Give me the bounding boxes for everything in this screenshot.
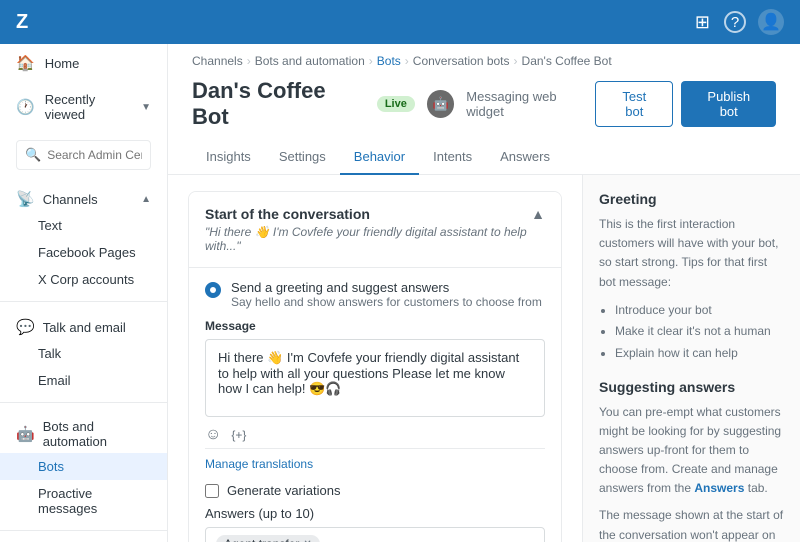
sidebar-item-recently-viewed[interactable]: 🕐 Recently viewed ▼ [0,82,167,132]
conversation-section: Start of the conversation "Hi there 👋 I'… [188,191,562,542]
page-title: Dan's Coffee Bot [192,78,365,130]
clock-icon: 🕐 [16,98,35,116]
tab-insights[interactable]: Insights [192,140,265,175]
translation-link[interactable]: Manage translations [205,449,545,471]
variable-icon[interactable]: {+} [231,428,246,442]
greeting-tips: Introduce your bot Make it clear it's no… [599,300,784,365]
generate-variations-checkbox[interactable] [205,484,219,498]
greeting-heading: Greeting [599,191,784,207]
user-icon[interactable]: 👤 [758,9,784,35]
tip-2: Make it clear it's not a human [615,321,784,343]
grid-icon[interactable]: ⊞ [695,12,710,33]
section-subtitle: "Hi there 👋 I'm Covfefe your friendly di… [205,225,531,253]
answers-link-strong: Answers [694,481,744,495]
section-content: Send a greeting and suggest answers Say … [189,267,561,542]
note-text: The message shown at the start of the co… [599,506,784,542]
generate-variations-row: Generate variations [205,483,545,498]
bots-icon: 🤖 [16,425,35,443]
main-panel: Start of the conversation "Hi there 👋 I'… [168,175,582,542]
live-badge: Live [377,96,415,112]
tip-3: Explain how it can help [615,343,784,365]
breadcrumb-sep-2: › [369,54,373,68]
tabs-bar: Insights Settings Behavior Intents Answe… [168,140,800,175]
breadcrumb-channels[interactable]: Channels [192,54,243,68]
tab-answers[interactable]: Answers [486,140,564,175]
channels-icon: 📡 [16,190,35,208]
breadcrumb-sep-4: › [514,54,518,68]
talk-icon: 💬 [16,318,35,336]
publish-bot-button[interactable]: Publish bot [681,81,776,127]
chevron-down-icon: ▼ [141,102,151,113]
generate-variations-label: Generate variations [227,483,340,498]
sidebar-subitem-text[interactable]: Text [0,212,167,239]
suggesting-heading: Suggesting answers [599,379,784,395]
breadcrumb-sep-3: › [405,54,409,68]
sidebar: 🏠 Home 🕐 Recently viewed ▼ 🔍 📡 Channels … [0,44,168,542]
sidebar-item-home[interactable]: 🏠 Home [0,44,167,82]
section-title: Start of the conversation [205,206,531,222]
answers-select[interactable]: Agent transfer ✕ [205,527,545,542]
zendesk-logo: Z [16,11,27,34]
channel-label: Messaging web widget [466,89,595,119]
agent-transfer-tag: Agent transfer ✕ [216,535,320,542]
radio-option-greeting[interactable]: Send a greeting and suggest answers Say … [205,280,545,309]
tab-behavior[interactable]: Behavior [340,140,419,175]
sidebar-subitem-bots[interactable]: Bots [0,453,167,480]
sidebar-subitem-proactive[interactable]: Proactive messages [0,480,167,522]
field-label: Message [205,319,545,333]
message-textarea[interactable]: Hi there 👋 I'm Covfefe your friendly dig… [205,339,545,417]
breadcrumb-bots-automation[interactable]: Bots and automation [255,54,365,68]
breadcrumb-sep-1: › [247,54,251,68]
channels-collapse-icon[interactable]: ▲ [141,194,151,205]
sidebar-section-channels: 📡 Channels ▲ [0,178,167,212]
home-icon: 🏠 [16,54,35,72]
page-header: Dan's Coffee Bot Live 🤖 Messaging web wi… [168,74,800,130]
suggesting-text: You can pre-empt what customers might be… [599,403,784,499]
sidebar-subitem-email[interactable]: Email [0,367,167,394]
sidebar-subitem-facebook[interactable]: Facebook Pages [0,239,167,266]
help-icon[interactable]: ? [724,11,746,33]
search-input[interactable] [47,148,142,162]
radio-subtitle: Say hello and show answers for customers… [231,295,542,309]
radio-button [205,282,221,298]
test-bot-button[interactable]: Test bot [595,81,673,127]
greeting-text: This is the first interaction customers … [599,215,784,292]
sidebar-section-bots: 🤖 Bots and automation [0,411,167,453]
sidebar-subitem-x-corp[interactable]: X Corp accounts [0,266,167,293]
breadcrumb-bots[interactable]: Bots [377,54,401,68]
answers-label: Answers (up to 10) [205,506,545,521]
side-panel: Greeting This is the first interaction c… [582,175,800,542]
textarea-tools: ☺ {+} [205,420,545,449]
sidebar-section-talk-email: 💬 Talk and email [0,310,167,340]
channels-nav[interactable]: 📡 Channels [16,190,98,208]
tab-settings[interactable]: Settings [265,140,340,175]
tab-intents[interactable]: Intents [419,140,486,175]
tip-1: Introduce your bot [615,300,784,322]
breadcrumb: Channels › Bots and automation › Bots › … [168,44,800,74]
breadcrumb-current: Dan's Coffee Bot [522,54,612,68]
section-collapse-icon[interactable]: ▲ [531,206,545,222]
bot-avatar: 🤖 [427,90,454,118]
radio-title: Send a greeting and suggest answers [231,280,542,295]
search-icon: 🔍 [25,147,41,163]
tag-remove-icon[interactable]: ✕ [303,539,311,542]
sidebar-subitem-talk[interactable]: Talk [0,340,167,367]
emoji-icon[interactable]: ☺ [205,426,221,444]
breadcrumb-conversation-bots[interactable]: Conversation bots [413,54,510,68]
section-header[interactable]: Start of the conversation "Hi there 👋 I'… [189,192,561,267]
